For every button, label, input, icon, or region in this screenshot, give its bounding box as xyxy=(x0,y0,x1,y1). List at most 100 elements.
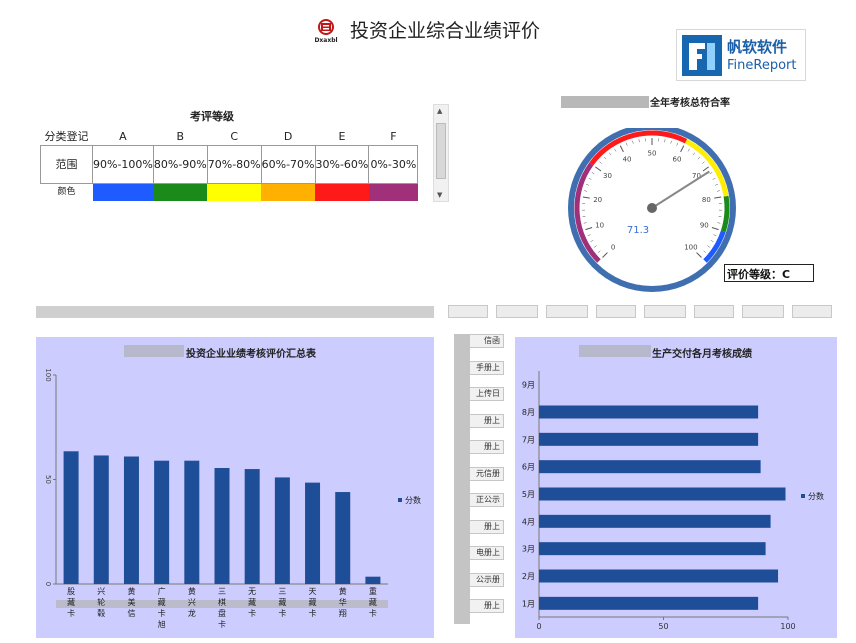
bar xyxy=(539,514,771,528)
toolbar-button[interactable] xyxy=(496,305,538,318)
x-tick-label: 卡 xyxy=(278,608,286,618)
x-tick-label: 100 xyxy=(780,622,795,631)
grade-letter-row: 分类登记 A B C D E F xyxy=(41,128,418,146)
toolbar-button[interactable] xyxy=(792,305,832,318)
x-tick-label: 盘 xyxy=(218,608,226,618)
toolbar-button[interactable] xyxy=(448,305,488,318)
grade-letter: B xyxy=(176,130,185,143)
x-tick-label: 藏 xyxy=(369,597,377,607)
y-tick-label: 8月 xyxy=(522,408,535,417)
grade-table: 分类登记 A B C D E F 范围 90%-100% 80%-90% 70%… xyxy=(40,128,419,201)
x-tick-label: 50 xyxy=(658,622,668,631)
bar xyxy=(539,487,786,501)
x-tick-label: 旭 xyxy=(158,619,166,629)
y-tick-label: 6月 xyxy=(522,463,535,472)
grade-letter: A xyxy=(119,130,127,143)
x-tick-label: 三 xyxy=(278,587,286,596)
x-tick-label: 股 xyxy=(67,587,75,596)
grade-table-panel: 考评等级 分类登记 A B C D E F 范围 90%-100% 80%-90… xyxy=(40,104,450,204)
x-tick-label: 藏 xyxy=(278,597,286,607)
x-tick-label: 无 xyxy=(248,587,256,596)
svg-text:Dxaxbl: Dxaxbl xyxy=(314,37,337,44)
redacted-text xyxy=(454,334,470,624)
grade-color-swatch xyxy=(261,183,315,201)
gauge-tick-label: 90 xyxy=(700,221,709,229)
monthly-bar-chart: 0 50 100 1月 2月 3月 4月 5月 6月 7月 8月 9月分数 xyxy=(522,371,824,631)
toolbar-button[interactable] xyxy=(742,305,784,318)
x-tick-label: 藏 xyxy=(158,597,166,607)
range-label: 范围 xyxy=(40,145,93,184)
legend-label: 分数 xyxy=(808,491,824,501)
bar xyxy=(244,469,260,584)
right-chart-panel: 生产交付各月考核成绩 0 50 100 1月 2月 3月 4月 5月 6月 7月 8月 9月 分数 xyxy=(515,337,837,638)
gauge-tick-label: 30 xyxy=(603,172,612,180)
x-tick-label: 翔 xyxy=(339,608,347,618)
grade-color-swatch xyxy=(315,183,369,201)
x-tick-label: 卡 xyxy=(369,608,377,618)
scroll-down-icon[interactable]: ▼ xyxy=(437,191,442,199)
toolbar-button[interactable] xyxy=(694,305,734,318)
grade-range: 0%-30% xyxy=(368,145,419,184)
finereport-logo-icon xyxy=(682,35,722,76)
y-tick-label: 0 xyxy=(44,582,52,586)
compliance-gauge: 010203040506070809010071.3 xyxy=(568,128,736,292)
x-tick-label: 卡 xyxy=(67,608,75,618)
gauge-hub xyxy=(647,203,657,213)
x-tick-label: 美 xyxy=(127,597,135,607)
bar xyxy=(184,460,200,584)
bar xyxy=(63,451,79,584)
grade-range-row: 范围 90%-100% 80%-90% 70%-80% 60%-70% 30%-… xyxy=(40,145,419,184)
x-tick-label: 龙 xyxy=(188,608,196,618)
redacted-text-bar xyxy=(36,306,434,318)
brand-name-cn: 帆软软件 xyxy=(727,38,788,56)
x-tick-label: 卡 xyxy=(158,608,166,618)
company-logo-icon: Dxaxbl xyxy=(314,19,338,44)
grade-letter: E xyxy=(338,130,346,143)
grade-table-title: 考评等级 xyxy=(190,110,234,123)
scroll-thumb[interactable] xyxy=(436,123,446,179)
x-tick-label: 重 xyxy=(369,586,377,596)
grade-letter: D xyxy=(283,130,293,143)
bar xyxy=(123,456,139,584)
grade-color-row: 颜色 xyxy=(41,183,418,201)
gauge-tick-label: 20 xyxy=(593,196,602,204)
x-tick-label: 兴 xyxy=(188,598,196,607)
brand-name-en: FineReport xyxy=(727,58,797,73)
bar xyxy=(539,569,779,583)
grade-color-swatch xyxy=(92,183,154,201)
grade-color-swatch xyxy=(207,183,262,201)
bar xyxy=(365,576,381,584)
grade-range: 80%-90% xyxy=(152,145,208,184)
toolbar-button[interactable] xyxy=(596,305,636,318)
bar xyxy=(539,405,759,419)
x-tick-label: 黄 xyxy=(188,586,196,596)
scroll-up-icon[interactable]: ▲ xyxy=(437,107,442,115)
toolbar-buttons xyxy=(448,305,832,319)
y-tick-label: 3月 xyxy=(522,545,535,554)
x-tick-label: 毂 xyxy=(97,608,105,618)
y-tick-label: 7月 xyxy=(522,435,535,444)
x-tick-label: 轮 xyxy=(97,597,105,607)
dashboard-page: Dxaxbl 投资企业综合业绩评价 帆软软件 FineReport 考评等级 分… xyxy=(0,0,856,643)
x-tick-label: 信 xyxy=(127,608,135,618)
grade-letter: C xyxy=(230,130,239,143)
toolbar-button[interactable] xyxy=(644,305,686,318)
gauge-tick-label: 10 xyxy=(595,221,604,229)
gauge-tick-label: 50 xyxy=(648,150,657,158)
bar xyxy=(539,542,766,556)
color-label: 颜色 xyxy=(57,187,76,197)
x-tick-label: 华 xyxy=(339,597,347,607)
left-chart-panel: 投资企业业绩考核评价汇总表 0 50 100 股藏卡兴轮毂黄美信广藏卡旭黄兴龙三棋盘卡… xyxy=(36,337,434,638)
bar xyxy=(214,468,230,584)
grade-color-swatch xyxy=(153,183,208,201)
toolbar-button[interactable] xyxy=(546,305,588,318)
bar xyxy=(305,482,321,584)
legend-label: 分数 xyxy=(405,495,421,505)
grade-letter: F xyxy=(390,130,397,143)
bar xyxy=(274,477,290,584)
x-tick-label: 兴 xyxy=(97,587,105,596)
y-tick-label: 1月 xyxy=(522,599,535,608)
grade-table-scrollbar[interactable]: ▲ ▼ xyxy=(433,104,449,202)
bar xyxy=(93,455,109,584)
x-tick-label: 广 xyxy=(158,586,166,596)
